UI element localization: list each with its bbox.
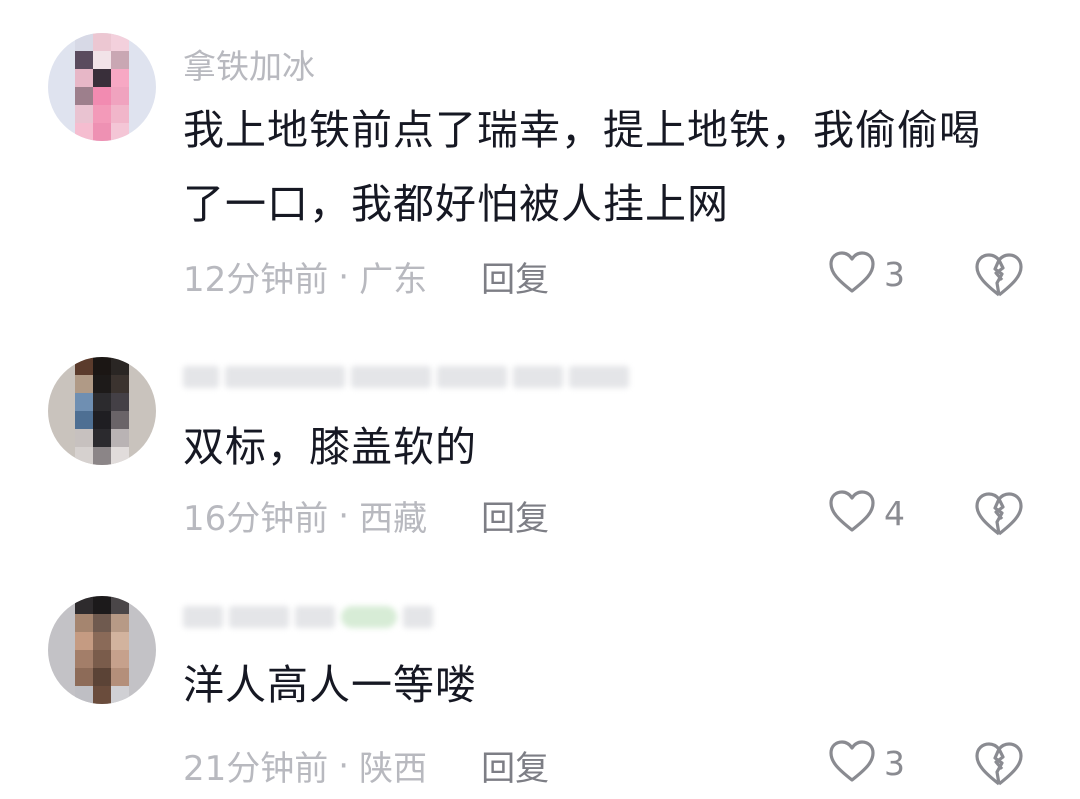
username-blurred[interactable]	[183, 362, 629, 392]
comment-text: 洋人高人一等喽	[183, 661, 477, 709]
avatar[interactable]	[48, 357, 156, 465]
avatar-mosaic-cell	[93, 411, 111, 429]
broken-heart-icon	[974, 253, 1024, 302]
avatar-mosaic-cell	[93, 668, 111, 686]
avatar-mosaic-cell	[111, 87, 129, 105]
avatar-mosaic-cell	[75, 668, 93, 686]
like-button[interactable]: 3	[828, 250, 905, 298]
comment-meta: 21分钟前 · 陕西 回复	[183, 741, 549, 790]
avatar-mosaic-cell	[75, 447, 93, 465]
comment-item: 双标，膝盖软的 16分钟前 · 西藏 回复 4	[0, 330, 1080, 580]
comment-item: 洋人高人一等喽 21分钟前 · 陕西 回复 3	[0, 580, 1080, 799]
avatar-mosaic-cell	[75, 650, 93, 668]
heart-icon	[828, 739, 876, 787]
reply-button[interactable]: 回复	[481, 741, 549, 790]
avatar[interactable]	[48, 596, 156, 704]
avatar-mosaic-cell	[93, 375, 111, 393]
avatar-mosaic-cell	[93, 123, 111, 141]
avatar-mosaic	[75, 33, 129, 141]
avatar-mosaic-cell	[111, 33, 129, 51]
avatar-mosaic-cell	[93, 447, 111, 465]
avatar-mosaic-cell	[75, 411, 93, 429]
avatar-mosaic	[75, 357, 129, 465]
broken-heart-icon	[974, 492, 1024, 541]
comment-location: 陕西	[359, 749, 428, 789]
like-count: 3	[884, 743, 905, 783]
avatar-mosaic-cell	[111, 668, 129, 686]
comment-time: 21分钟前	[183, 749, 329, 789]
comment-text: 双标，膝盖软的	[183, 423, 477, 471]
avatar-mosaic-cell	[93, 596, 111, 614]
avatar-mosaic-cell	[93, 69, 111, 87]
reply-button[interactable]: 回复	[481, 252, 549, 301]
avatar-mosaic-cell	[75, 614, 93, 632]
broken-heart-icon	[974, 742, 1024, 791]
avatar[interactable]	[48, 33, 156, 141]
separator-dot: ·	[338, 745, 350, 786]
avatar-mosaic-cell	[75, 686, 93, 704]
avatar-mosaic-cell	[111, 51, 129, 69]
avatar-mosaic-cell	[93, 614, 111, 632]
avatar-mosaic-cell	[111, 105, 129, 123]
comment-meta: 16分钟前 · 西藏 回复	[183, 491, 549, 540]
like-count: 4	[884, 493, 905, 533]
avatar-mosaic	[75, 596, 129, 704]
heart-icon	[828, 250, 876, 298]
avatar-mosaic-cell	[111, 393, 129, 411]
like-count: 3	[884, 254, 905, 294]
avatar-mosaic-cell	[75, 33, 93, 51]
username[interactable]: 拿铁加冰	[183, 40, 315, 88]
avatar-mosaic-cell	[93, 87, 111, 105]
avatar-mosaic-cell	[111, 69, 129, 87]
avatar-mosaic-cell	[93, 33, 111, 51]
comment-location: 西藏	[359, 499, 428, 539]
avatar-mosaic-cell	[75, 123, 93, 141]
avatar-mosaic-cell	[111, 614, 129, 632]
avatar-mosaic-cell	[111, 686, 129, 704]
separator-dot: ·	[338, 256, 350, 297]
avatar-mosaic-cell	[93, 393, 111, 411]
heart-icon	[828, 489, 876, 537]
avatar-mosaic-cell	[75, 105, 93, 123]
avatar-mosaic-cell	[75, 632, 93, 650]
avatar-mosaic-cell	[93, 686, 111, 704]
username-blurred[interactable]	[183, 602, 433, 632]
avatar-mosaic-cell	[75, 87, 93, 105]
avatar-mosaic-cell	[111, 411, 129, 429]
avatar-mosaic-cell	[111, 632, 129, 650]
avatar-mosaic-cell	[93, 51, 111, 69]
comment-item: 拿铁加冰 我上地铁前点了瑞幸，提上地铁，我偷偷喝了一口，我都好怕被人挂上网 12…	[0, 0, 1080, 330]
avatar-mosaic-cell	[111, 357, 129, 375]
like-button[interactable]: 4	[828, 489, 905, 537]
avatar-mosaic-cell	[75, 596, 93, 614]
avatar-mosaic-cell	[93, 650, 111, 668]
avatar-mosaic-cell	[75, 375, 93, 393]
avatar-mosaic-cell	[93, 105, 111, 123]
avatar-mosaic-cell	[111, 375, 129, 393]
avatar-mosaic-cell	[93, 429, 111, 447]
avatar-mosaic-cell	[111, 429, 129, 447]
avatar-mosaic-cell	[75, 429, 93, 447]
avatar-mosaic-cell	[93, 357, 111, 375]
comment-text: 我上地铁前点了瑞幸，提上地铁，我偷偷喝了一口，我都好怕被人挂上网	[183, 106, 981, 228]
avatar-mosaic-cell	[75, 357, 93, 375]
dislike-button[interactable]	[974, 491, 1024, 541]
separator-dot: ·	[338, 495, 350, 536]
comment-time: 16分钟前	[183, 499, 329, 539]
avatar-mosaic-cell	[111, 447, 129, 465]
reply-button[interactable]: 回复	[481, 491, 549, 540]
dislike-button[interactable]	[974, 252, 1024, 302]
comment-time: 12分钟前	[183, 260, 329, 300]
like-button[interactable]: 3	[828, 739, 905, 787]
avatar-mosaic-cell	[93, 632, 111, 650]
dislike-button[interactable]	[974, 741, 1024, 791]
avatar-mosaic-cell	[75, 393, 93, 411]
avatar-mosaic-cell	[111, 596, 129, 614]
avatar-mosaic-cell	[111, 123, 129, 141]
avatar-mosaic-cell	[75, 51, 93, 69]
avatar-mosaic-cell	[111, 650, 129, 668]
comment-location: 广东	[359, 260, 428, 300]
avatar-mosaic-cell	[75, 69, 93, 87]
comment-meta: 12分钟前 · 广东 回复	[183, 252, 549, 301]
